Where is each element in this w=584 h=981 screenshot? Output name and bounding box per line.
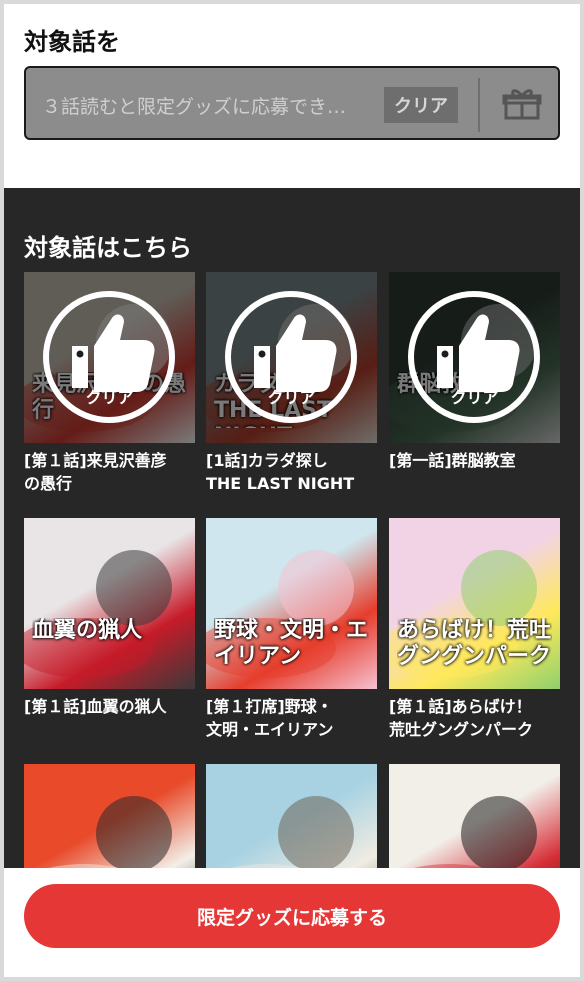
episode-title: [第一話]群脳教室 bbox=[389, 451, 516, 470]
episode-title: [第１話]あらばけ！ bbox=[389, 697, 532, 716]
episode-card[interactable]: 血翼の猟人 [第１話]血翼の猟人 bbox=[24, 518, 195, 718]
clear-badge-label: クリア bbox=[85, 388, 134, 407]
episode-title: [第１話]来見沢善彦 bbox=[24, 451, 167, 470]
progress-status-box: ３話読むと限定グッズに応募でき… クリア bbox=[24, 66, 560, 140]
episode-thumbnail[interactable]: あらばけ！荒吐グングンパーク bbox=[389, 518, 560, 689]
episode-card[interactable]: 群脳教室 クリア [第一話]群脳教室 bbox=[389, 272, 560, 472]
episode-thumbnail[interactable]: カラダ探し THE LAST NIGHT クリア bbox=[206, 272, 377, 443]
episode-thumbnail[interactable]: 来見沢善彦の愚行 クリア bbox=[24, 272, 195, 443]
cover-artwork bbox=[49, 796, 172, 868]
cover-title: 血翼の猟人 bbox=[32, 618, 143, 643]
status-clear-badge: クリア bbox=[384, 87, 458, 123]
status-divider bbox=[478, 78, 480, 132]
episode-card[interactable] bbox=[206, 764, 377, 868]
episode-thumbnail[interactable]: 野球・文明・エイリアン bbox=[206, 518, 377, 689]
cover-artwork bbox=[231, 796, 354, 868]
clear-badge-label: クリア bbox=[267, 388, 316, 407]
episodes-section: 対象話はこちら 来見沢善彦の愚行 クリア [第１話]来見沢善彦の愚行 カラダ探し … bbox=[4, 188, 580, 868]
episode-card[interactable]: 野球・文明・エイリアン [第１打席]野球・ 文明・エイリアン bbox=[206, 518, 377, 741]
episode-title-line2: 文明・エイリアン bbox=[206, 720, 334, 739]
episode-card[interactable]: カラダ探し THE LAST NIGHT クリア [1話]カラダ探し THE LAS… bbox=[206, 272, 377, 495]
episode-card[interactable] bbox=[24, 764, 195, 868]
cover-artwork bbox=[24, 550, 172, 678]
episode-title-line2: 荒吐グングンパーク bbox=[389, 720, 534, 739]
section-title: 対象話を bbox=[24, 28, 120, 56]
cover-artwork bbox=[414, 796, 537, 868]
episode-thumbnail[interactable]: 群脳教室 クリア bbox=[389, 272, 560, 443]
episode-title-line2: の愚行 bbox=[24, 474, 73, 493]
episode-title-line2: THE LAST NIGHT bbox=[206, 474, 355, 493]
episode-title: [第１打席]野球・ bbox=[206, 697, 333, 716]
gift-icon bbox=[502, 89, 542, 120]
progress-status-text: ３話読むと限定グッズに応募でき… bbox=[42, 96, 347, 118]
cover-title: あらばけ！荒吐グングンパーク bbox=[397, 618, 552, 669]
episode-title: [1話]カラダ探し bbox=[206, 451, 328, 470]
target-header-section: 対象話を ３話読むと限定グッズに応募でき… クリア bbox=[4, 4, 580, 188]
episode-card[interactable]: あらばけ！荒吐グングンパーク [第１話]あらばけ！ 荒吐グングンパーク bbox=[389, 518, 560, 741]
episode-title: [第１話]血翼の猟人 bbox=[24, 697, 167, 716]
apply-goods-button[interactable]: 限定グッズに応募する bbox=[24, 884, 560, 948]
cover-title: 野球・文明・エイリアン bbox=[214, 618, 369, 669]
page-frame: 対象話を ３話読むと限定グッズに応募でき… クリア 対象話はこちら 来見沢善彦の… bbox=[4, 4, 580, 977]
episode-thumbnail[interactable] bbox=[206, 764, 377, 868]
episode-thumbnail[interactable] bbox=[389, 764, 560, 868]
episode-card[interactable] bbox=[389, 764, 560, 868]
episode-thumbnail[interactable] bbox=[24, 764, 195, 868]
episodes-title: 対象話はこちら bbox=[24, 234, 192, 262]
episode-card[interactable]: 来見沢善彦の愚行 クリア [第１話]来見沢善彦の愚行 bbox=[24, 272, 195, 495]
cta-section: 限定グッズに応募する bbox=[4, 868, 580, 977]
clear-badge-label: クリア bbox=[450, 388, 499, 407]
episode-thumbnail[interactable]: 血翼の猟人 bbox=[24, 518, 195, 689]
